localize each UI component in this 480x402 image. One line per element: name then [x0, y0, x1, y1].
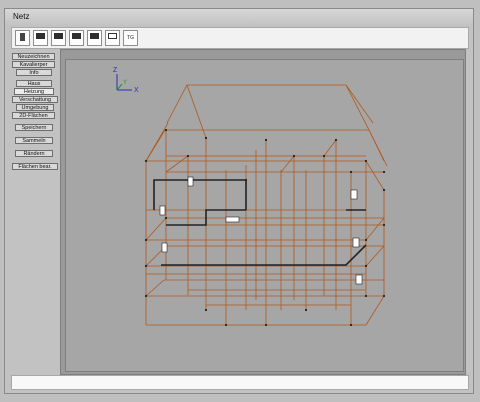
neuzeichnen-button[interactable]: Neuzeichnen [12, 53, 55, 60]
raendern-button[interactable]: Rändern [15, 150, 53, 157]
tool-button-2[interactable] [33, 30, 48, 46]
verschattung-button[interactable]: Verschattung [12, 96, 58, 103]
select-icon [20, 33, 25, 41]
sammeln-button[interactable]: Sammeln [15, 137, 53, 144]
axis-z-label: Z [113, 67, 118, 74]
wireframe-canvas[interactable]: Z Y X [66, 60, 463, 371]
3d-viewport[interactable]: Z Y X [65, 59, 464, 372]
view-side-icon [54, 33, 63, 39]
flaechen-bear-button[interactable]: Flächen bear. [12, 163, 58, 170]
axis-y-label: Y [123, 80, 127, 86]
tool-button-3[interactable] [51, 30, 66, 46]
tool-button-tg[interactable]: TG [123, 30, 138, 46]
axis-x-label: X [134, 87, 139, 94]
heizung-button[interactable]: Heizung [14, 88, 54, 95]
window-title: Netz [13, 12, 30, 21]
speichern-button[interactable]: Speichern [15, 124, 53, 131]
tool-button-6[interactable] [105, 30, 120, 46]
axis-gizmo: Z Y X [113, 67, 139, 94]
umgebung-button[interactable]: Umgebung [16, 104, 54, 111]
title-bar: Netz [5, 9, 473, 25]
view-top-icon [72, 33, 81, 39]
house-wireframe [145, 84, 388, 326]
tool-button-4[interactable] [69, 30, 84, 46]
monitor-icon [108, 33, 117, 39]
netz-window: Netz TG Neuzeichnen Kavalierper Info Hau… [4, 8, 474, 394]
wireframe-nodes [144, 128, 386, 327]
info-button[interactable]: Info [16, 69, 52, 76]
toolbar: TG [11, 27, 469, 49]
status-bar [11, 375, 469, 390]
tool-button-1[interactable] [15, 30, 30, 46]
view-iso-icon [90, 33, 99, 39]
2d-flaechen-button[interactable]: 2D-Flächen [12, 112, 55, 119]
wall-outlines [153, 179, 367, 266]
window-openings [159, 176, 363, 285]
haus-button[interactable]: Haus [16, 80, 52, 87]
tool-button-5[interactable] [87, 30, 102, 46]
left-command-panel: Neuzeichnen Kavalierper Info Haus Heizun… [11, 53, 61, 371]
kavalierper-button[interactable]: Kavalierper [12, 61, 55, 68]
view-front-icon [36, 33, 45, 39]
